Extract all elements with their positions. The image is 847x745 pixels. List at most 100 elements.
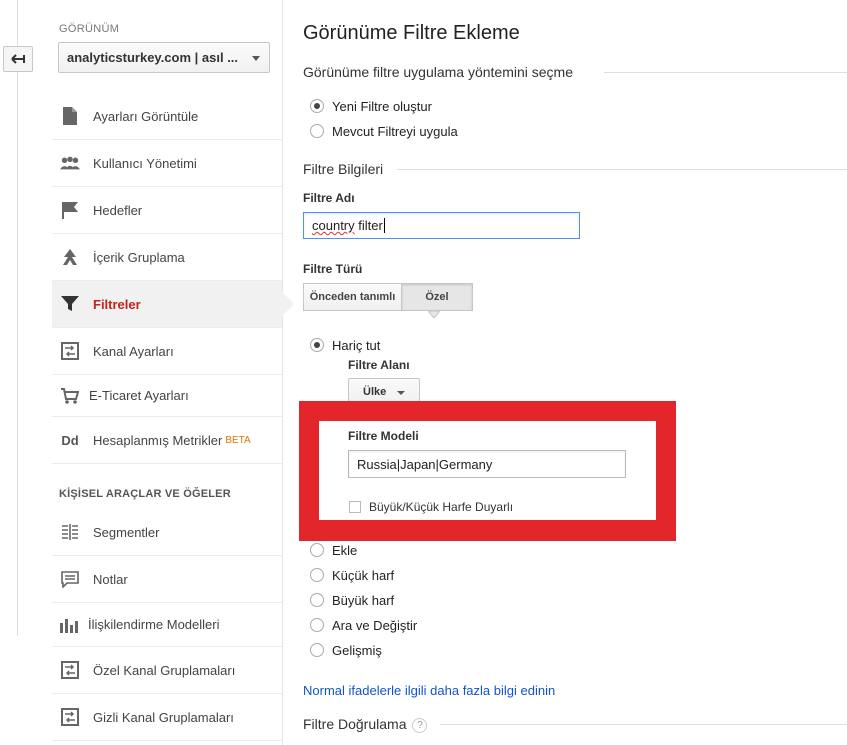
filter-name-value-rest: filter — [354, 218, 383, 233]
left-navigation: GÖRÜNÜM analyticsturkey.com | asıl ... A… — [0, 0, 294, 745]
radio-button[interactable] — [310, 124, 324, 138]
filter-info-heading: Filtre Bilgileri — [303, 161, 384, 177]
radio-button[interactable] — [310, 568, 324, 582]
case-sensitive-checkbox[interactable] — [349, 501, 361, 513]
radio-button[interactable] — [310, 593, 324, 607]
segments-icon — [60, 522, 80, 542]
sidebar-item-label: Ayarları Görüntüle — [93, 108, 199, 124]
tab-predefined[interactable]: Önceden tanımlı — [303, 283, 402, 311]
sidebar-item-label: E-Ticaret Ayarları — [89, 388, 189, 403]
filter-name-label: Filtre Adı — [303, 191, 355, 205]
method-heading-divider — [604, 72, 847, 73]
chevron-down-icon — [252, 56, 260, 61]
back-button[interactable] — [3, 46, 33, 72]
radio-button-selected[interactable] — [310, 99, 324, 113]
sidebar-item-channel-settings[interactable]: Kanal Ayarları — [52, 328, 282, 375]
sidebar-item-label: Özel Kanal Gruplamaları — [93, 662, 236, 678]
chevron-down-icon — [397, 391, 405, 395]
radio-label: Yeni Filtre oluştur — [332, 98, 432, 114]
radio-label: Küçük harf — [332, 567, 395, 583]
filter-verification-heading: Filtre Doğrulama? — [303, 716, 428, 733]
radio-button[interactable] — [310, 618, 324, 632]
sidebar-item-ecommerce-settings[interactable]: E-Ticaret Ayarları — [52, 375, 282, 417]
filter-pattern-label: Filtre Modeli — [348, 429, 419, 443]
filter-name-value-word: country — [312, 218, 355, 233]
channel-grouping-icon — [60, 660, 80, 680]
back-arrow-icon — [11, 54, 25, 64]
radio-lowercase[interactable]: Küçük harf — [310, 566, 394, 584]
beta-badge: BETA — [225, 434, 251, 446]
calculated-metrics-icon: Dd — [61, 432, 79, 448]
help-icon[interactable]: ? — [412, 717, 428, 733]
filter-pattern-input[interactable]: Russia|Japan|Germany — [348, 450, 626, 478]
filter-type-label: Filtre Türü — [303, 262, 363, 276]
sidebar-item-label: Gizli Kanal Gruplamaları — [93, 709, 234, 725]
radio-label: Ekle — [332, 542, 358, 558]
tab-custom[interactable]: Özel — [401, 283, 473, 311]
view-selector-value: analyticsturkey.com | asıl ... — [67, 50, 239, 65]
document-icon — [60, 106, 80, 126]
filter-info-divider — [397, 169, 847, 170]
sidebar-item-user-management[interactable]: Kullanıcı Yönetimi — [52, 140, 282, 187]
radio-label: Ara ve Değiştir — [332, 617, 418, 633]
radio-apply-existing-filter[interactable]: Mevcut Filtreyi uygula — [310, 122, 458, 140]
sidebar-item-label: Kanal Ayarları — [93, 343, 174, 359]
case-sensitive-option[interactable]: Büyük/Küçük Harfe Duyarlı — [349, 500, 513, 514]
radio-exclude[interactable]: Hariç tut — [310, 336, 380, 354]
channel-settings-icon — [60, 341, 80, 361]
view-label: GÖRÜNÜM — [59, 23, 120, 35]
radio-create-new-filter[interactable]: Yeni Filtre oluştur — [310, 97, 432, 115]
sidebar-item-view-settings[interactable]: Ayarları Görüntüle — [52, 93, 282, 140]
personal-tools-heading: KİŞİSEL ARAÇLAR VE ÖĞELER — [59, 488, 231, 500]
notes-icon — [60, 569, 80, 589]
sidebar-item-segments[interactable]: Segmentler — [52, 509, 282, 556]
checkbox-label: Büyük/Küçük Harfe Duyarlı — [369, 500, 514, 514]
filter-name-input[interactable]: country filter — [303, 212, 580, 239]
sidebar-item-label: Filtreler — [93, 296, 141, 312]
rail-divider — [17, 0, 18, 636]
radio-append[interactable]: Ekle — [310, 541, 357, 559]
sidebar-item-hidden-channel-groupings[interactable]: Gizli Kanal Gruplamaları — [52, 694, 282, 741]
sidebar-item-label: İçerik Gruplama — [93, 249, 185, 265]
sidebar-item-label: Hedefler — [93, 202, 143, 218]
view-selector[interactable]: analyticsturkey.com | asıl ... — [58, 42, 270, 73]
filter-verification-title: Filtre Doğrulama — [303, 716, 407, 732]
cart-icon — [60, 386, 80, 406]
radio-advanced[interactable]: Gelişmiş — [310, 641, 382, 659]
sidebar-item-label: Notlar — [93, 571, 128, 587]
flag-icon — [60, 200, 80, 220]
radio-label: Gelişmiş — [332, 642, 382, 658]
sidebar-item-attribution-models[interactable]: İlişkilendirme Modelleri — [52, 603, 282, 647]
users-icon — [60, 153, 80, 173]
radio-button-selected[interactable] — [310, 338, 324, 352]
content-grouping-icon — [60, 247, 80, 267]
filter-field-value: Ülke — [363, 386, 387, 398]
tab-label: Önceden tanımlı — [309, 291, 396, 303]
method-heading: Görünüme filtre uygulama yöntemini seçme — [303, 64, 574, 80]
filter-icon — [60, 294, 80, 314]
sidebar-item-filters[interactable]: Filtreler — [52, 281, 294, 328]
sidebar-item-label: Segmentler — [93, 524, 160, 540]
sidebar-item-label: Kullanıcı Yönetimi — [93, 155, 197, 171]
radio-label: Mevcut Filtreyi uygula — [332, 123, 458, 139]
radio-label: Hariç tut — [332, 337, 381, 353]
sidebar-item-goals[interactable]: Hedefler — [52, 187, 282, 234]
sidebar-item-label: İlişkilendirme Modelleri — [88, 617, 220, 632]
tab-label: Özel — [425, 291, 449, 303]
attribution-icon — [60, 615, 80, 635]
radio-button[interactable] — [310, 543, 324, 557]
tab-pointer-icon — [428, 311, 440, 318]
sidebar-item-notes[interactable]: Notlar — [52, 556, 282, 603]
sidebar-item-calculated-metrics[interactable]: Dd Hesaplanmış Metrikler BETA — [52, 417, 282, 464]
radio-label: Büyük harf — [332, 592, 395, 608]
page-title: Görünüme Filtre Ekleme — [303, 22, 520, 44]
radio-button[interactable] — [310, 643, 324, 657]
radio-search-replace[interactable]: Ara ve Değiştir — [310, 616, 417, 634]
filter-verification-divider — [440, 724, 847, 725]
sidebar-item-label: Hesaplanmış Metrikler — [93, 432, 223, 448]
sidebar-item-custom-channel-groupings[interactable]: Özel Kanal Gruplamaları — [52, 647, 282, 694]
regex-help-link[interactable]: Normal ifadelerle ilgili daha fazla bilg… — [303, 683, 555, 698]
sidebar-item-content-grouping[interactable]: İçerik Gruplama — [52, 234, 282, 281]
filter-field-label: Filtre Alanı — [348, 358, 410, 372]
radio-uppercase[interactable]: Büyük harf — [310, 591, 394, 609]
